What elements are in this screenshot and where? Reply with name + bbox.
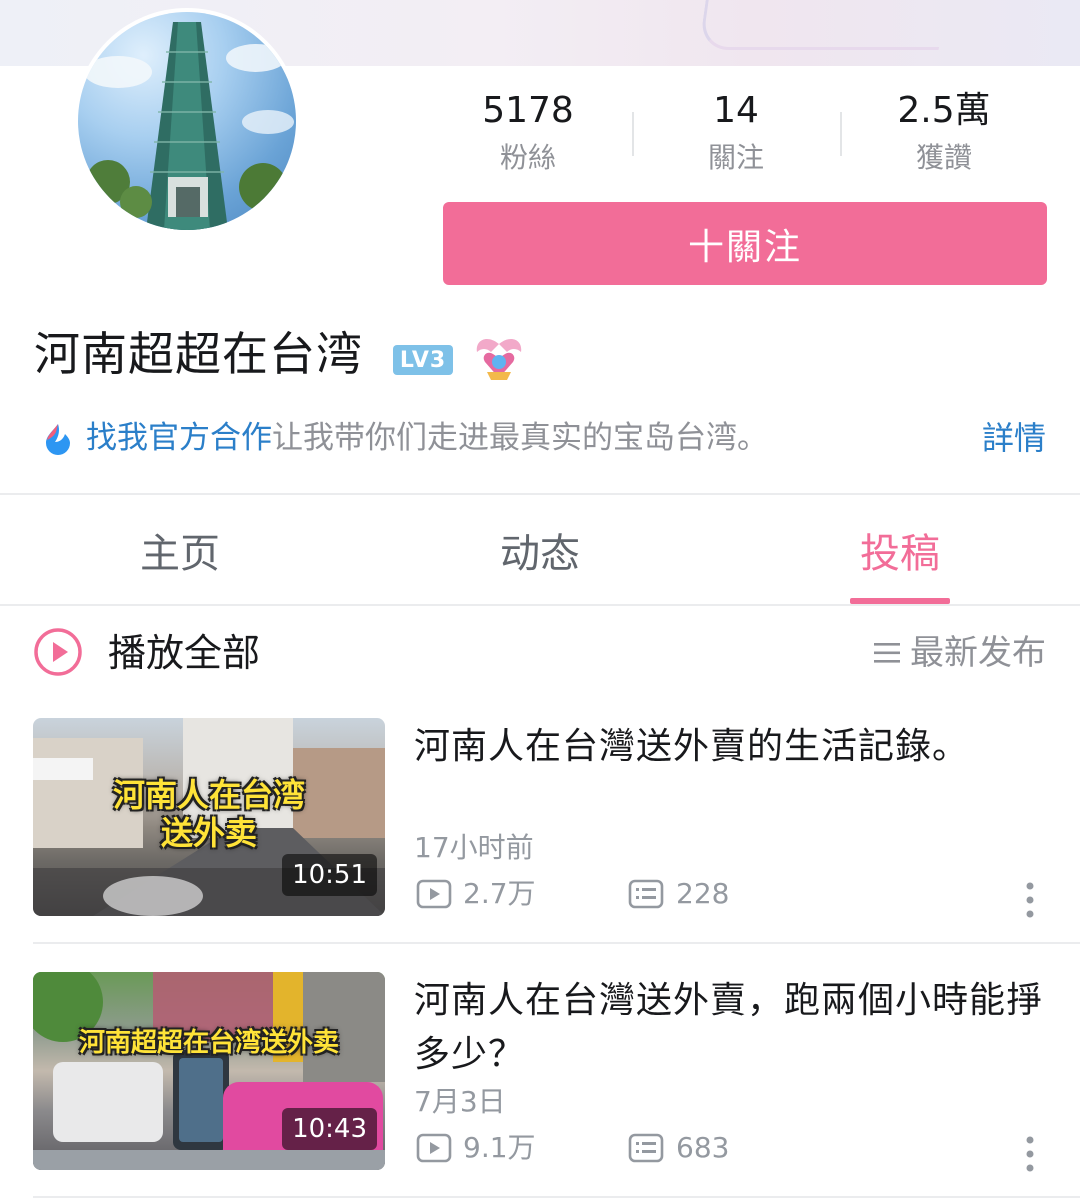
stat-value: 14	[713, 90, 759, 131]
divider	[33, 1196, 1080, 1198]
view-count: 9.1万	[463, 1131, 536, 1164]
view-count: 2.7万	[463, 877, 536, 910]
thumbnail-caption: 河南超超在台湾送外卖	[78, 1028, 339, 1058]
play-all-button[interactable]: 播放全部	[108, 626, 260, 680]
stat-likes[interactable]: 2.5萬 獲讚	[844, 88, 1044, 178]
more-vertical-icon[interactable]	[1020, 880, 1040, 920]
bio-text: 让我带你们走进最真实的宝岛台湾。	[272, 420, 768, 456]
stat-value: 2.5萬	[897, 90, 991, 131]
stat-label: 粉絲	[499, 141, 556, 174]
stat-separator	[840, 112, 842, 156]
profile-page: 5178 粉絲 14 關注 2.5萬 獲讚 十關注 河南超超在台湾 LV3 找我…	[0, 0, 1080, 1200]
more-vertical-icon[interactable]	[1020, 1134, 1040, 1174]
tab-bar: 主页 动态 投稿	[0, 495, 1080, 605]
video-date: 7月3日	[414, 1085, 506, 1118]
play-count-icon	[416, 879, 452, 909]
comment-icon	[628, 879, 664, 909]
video-title[interactable]: 河南人在台灣送外賣，跑兩個小時能掙多少？	[414, 974, 1054, 1082]
video-card[interactable]: 河南超超在台湾送外卖 10:43 河南人在台灣送外賣，跑兩個小時能掙多少？ 7月…	[0, 972, 1080, 1200]
avatar[interactable]	[74, 8, 300, 234]
comment-count: 228	[676, 877, 730, 910]
video-card[interactable]: 河南人在台湾 送外卖 10:51 河南人在台灣送外賣的生活記錄。 17小时前 2…	[0, 718, 1080, 948]
play-circle-icon[interactable]	[33, 627, 83, 677]
tab-uploads[interactable]: 投稿	[720, 495, 1080, 605]
level-badge[interactable]: LV3	[393, 345, 453, 375]
video-duration: 10:43	[282, 1108, 377, 1150]
thumbnail-caption: 送外卖	[160, 814, 257, 852]
tab-home[interactable]: 主页	[0, 495, 360, 605]
follow-button[interactable]: 十關注	[443, 202, 1047, 285]
stat-fans[interactable]: 5178 粉絲	[428, 88, 628, 178]
divider	[33, 942, 1080, 944]
tab-activity[interactable]: 动态	[360, 495, 720, 605]
avatar-image	[78, 12, 296, 230]
cooperation-link[interactable]: 找我官方合作	[86, 420, 272, 456]
video-thumbnail[interactable]: 河南人在台湾 送外卖 10:51	[33, 718, 385, 916]
stat-following[interactable]: 14 關注	[636, 88, 836, 178]
username: 河南超超在台湾	[34, 327, 363, 381]
video-date: 17小时前	[414, 831, 534, 864]
banner-decoration	[698, 0, 952, 50]
menu-lines-icon[interactable]	[872, 640, 902, 666]
bio: 找我官方合作让我带你们走进最真实的宝岛台湾。	[86, 414, 768, 462]
stat-label: 獲讚	[915, 141, 972, 174]
details-link[interactable]: 詳情	[982, 414, 1046, 462]
stat-value: 5178	[482, 90, 574, 131]
divider	[0, 604, 1080, 606]
video-duration: 10:51	[282, 854, 377, 896]
winged-heart-medal-icon[interactable]	[473, 334, 525, 382]
video-thumbnail[interactable]: 河南超超在台湾送外卖 10:43	[33, 972, 385, 1170]
stat-label: 關注	[707, 141, 764, 174]
sort-selector[interactable]: 最新发布	[910, 628, 1046, 678]
comment-count: 683	[676, 1131, 730, 1164]
play-count-icon	[416, 1133, 452, 1163]
stat-separator	[632, 112, 634, 156]
thumbnail-caption: 河南人在台湾	[112, 776, 305, 814]
official-cooperation-icon[interactable]	[40, 420, 76, 456]
comment-icon	[628, 1133, 664, 1163]
video-title[interactable]: 河南人在台灣送外賣的生活記錄。	[414, 720, 1054, 774]
